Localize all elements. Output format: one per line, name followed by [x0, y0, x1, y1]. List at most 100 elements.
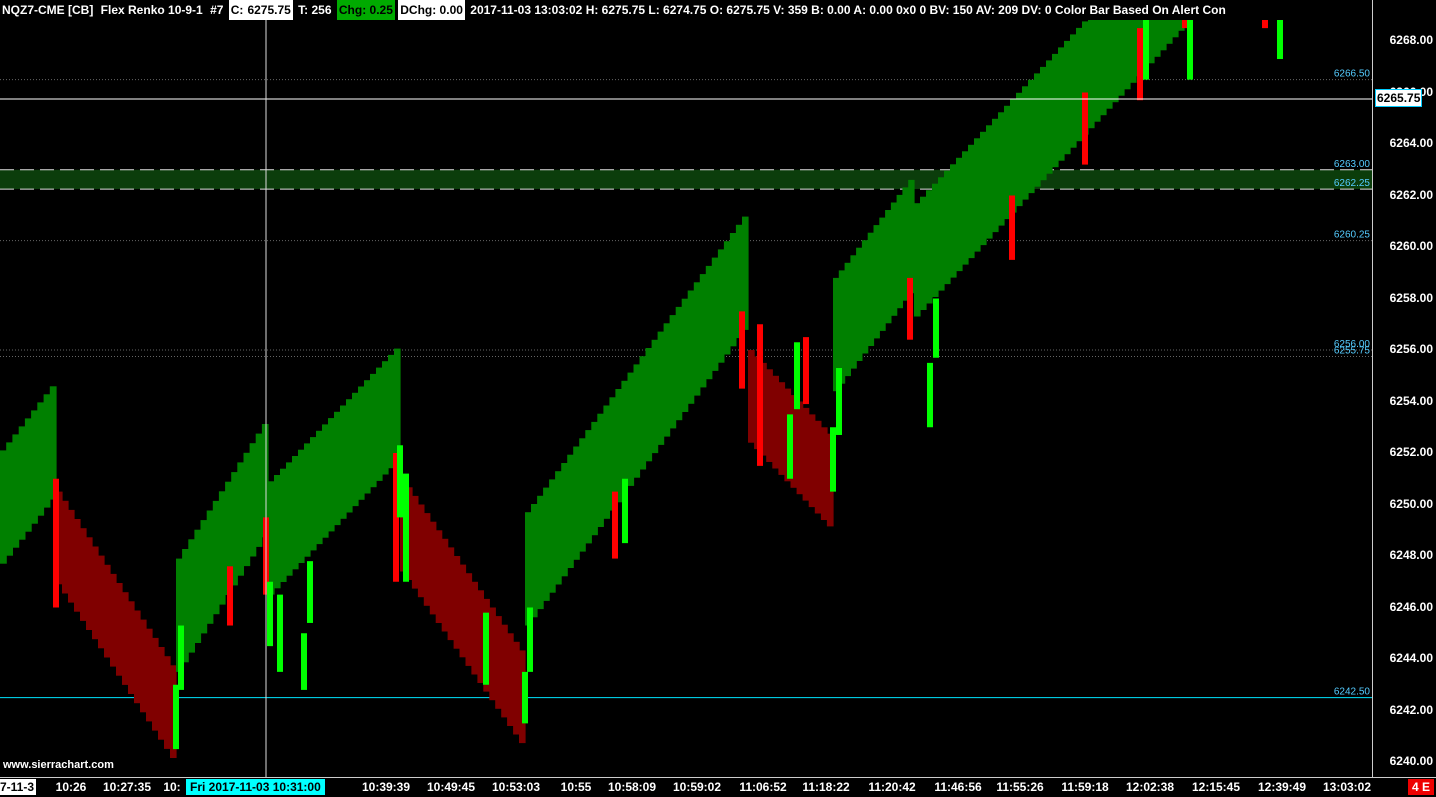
renko-brick: [370, 373, 377, 488]
time-tick: 13:03:02: [1322, 780, 1372, 794]
renko-brick: [1028, 79, 1035, 194]
price-tick: 6250.00: [1389, 496, 1433, 511]
renko-brick: [1052, 53, 1059, 168]
close-label: C:: [228, 0, 246, 20]
renko-brick: [134, 610, 141, 704]
renko-brick: [920, 196, 927, 310]
time-tick: 11:06:52: [739, 780, 787, 794]
renko-bar: [397, 445, 403, 518]
renko-brick: [110, 573, 117, 667]
chg-label: Chg: 0.25: [336, 0, 395, 20]
renko-brick: [537, 495, 544, 610]
renko-brick: [808, 414, 816, 508]
renko-brick: [6, 442, 13, 556]
renko-brick: [364, 380, 371, 494]
renko-bar: [787, 414, 793, 479]
level-label: 6255.75: [1334, 345, 1371, 356]
renko-brick: [471, 581, 478, 675]
renko-brick: [579, 438, 586, 552]
renko-bar: [483, 612, 489, 685]
renko-brick: [513, 641, 520, 735]
renko-brick: [856, 247, 863, 361]
last-price-marker: 6265.75: [1375, 89, 1423, 107]
price-chart[interactable]: 6266.506263.006262.256260.256256.006255.…: [0, 0, 1372, 777]
time-tick: 10:49:45: [426, 780, 476, 794]
renko-brick: [280, 468, 287, 582]
symbol-label: NQZ7-CME [CB]: [2, 3, 94, 17]
level-label: 6262.25: [1334, 178, 1371, 189]
renko-bar: [803, 337, 809, 405]
renko-brick: [310, 437, 317, 551]
renko-brick: [334, 411, 341, 526]
renko-brick: [814, 420, 822, 514]
renko-brick: [489, 607, 496, 701]
renko-brick: [1094, 8, 1101, 122]
renko-brick: [128, 601, 135, 694]
renko-brick: [249, 443, 257, 557]
renko-brick: [645, 348, 653, 462]
chart-type-label: Flex Renko 10-9-1: [100, 3, 203, 17]
price-tick: 6240.00: [1389, 754, 1433, 768]
cursor-time-label: Fri 2017-11-03 10:31:00: [186, 779, 325, 795]
renko-brick: [31, 410, 38, 524]
renko-brick: [567, 454, 574, 568]
renko-brick: [218, 491, 226, 605]
header-stats: 2017-11-03 13:03:02 H: 6275.75 L: 6274.7…: [470, 3, 1226, 17]
price-tick: 6242.00: [1389, 702, 1433, 717]
renko-brick: [748, 350, 755, 443]
time-tick: 10:58:09: [607, 780, 657, 794]
renko-brick: [885, 210, 892, 324]
renko-brick: [146, 628, 153, 722]
renko-brick: [926, 190, 933, 304]
watermark: www.sierrachart.com: [3, 759, 114, 771]
renko-brick: [663, 323, 671, 437]
renko-brick: [861, 240, 869, 354]
renko-brick: [417, 504, 425, 598]
price-tick: 6262.00: [1389, 187, 1433, 202]
level-label: 6242.50: [1334, 687, 1371, 698]
renko-brick: [376, 367, 383, 481]
renko-brick: [116, 583, 123, 676]
renko-bar: [227, 566, 233, 626]
renko-brick: [1088, 14, 1095, 129]
renko-brick: [447, 547, 455, 641]
date-label: 7-11-3: [0, 779, 37, 795]
renko-brick: [555, 471, 562, 585]
renko-brick: [194, 529, 202, 643]
renko-bar: [612, 491, 618, 559]
renko-brick: [968, 144, 975, 259]
renko-bar: [757, 324, 763, 466]
renko-brick: [328, 418, 335, 532]
renko-bar: [277, 594, 283, 672]
renko-brick: [1076, 27, 1083, 142]
renko-brick: [627, 372, 635, 486]
renko-bar: [1082, 92, 1088, 165]
renko-brick: [507, 633, 514, 726]
renko-brick: [1040, 66, 1047, 181]
chart-header: NQZ7-CME [CB] Flex Renko 10-9-1 #7 C: 627…: [0, 0, 1372, 20]
renko-brick: [18, 426, 26, 540]
renko-brick: [693, 282, 701, 396]
renko-bar: [267, 581, 273, 647]
price-axis[interactable]: 6240.00 6242.00 6244.00 6246.00 6248.00 6250.…: [1372, 0, 1436, 777]
renko-brick: [12, 434, 20, 548]
renko-brick: [86, 537, 93, 630]
renko-brick: [429, 521, 437, 615]
time-tick: 12:39:49: [1257, 780, 1307, 794]
status-badge[interactable]: 4 E: [1408, 779, 1435, 795]
time-tick: 10:: [163, 780, 181, 794]
price-tick: 6246.00: [1389, 599, 1433, 614]
renko-bar: [830, 427, 836, 492]
renko-brick: [43, 394, 51, 508]
renko-bar: [522, 671, 528, 724]
renko-bar: [173, 684, 179, 750]
renko-brick: [92, 546, 99, 640]
renko-brick: [687, 290, 695, 404]
renko-brick: [382, 361, 389, 475]
renko-brick: [549, 479, 556, 593]
renko-bar: [933, 298, 939, 358]
renko-brick: [992, 118, 999, 233]
renko-brick: [573, 446, 580, 560]
price-tick: 6244.00: [1389, 651, 1433, 665]
renko-bar: [178, 625, 184, 690]
